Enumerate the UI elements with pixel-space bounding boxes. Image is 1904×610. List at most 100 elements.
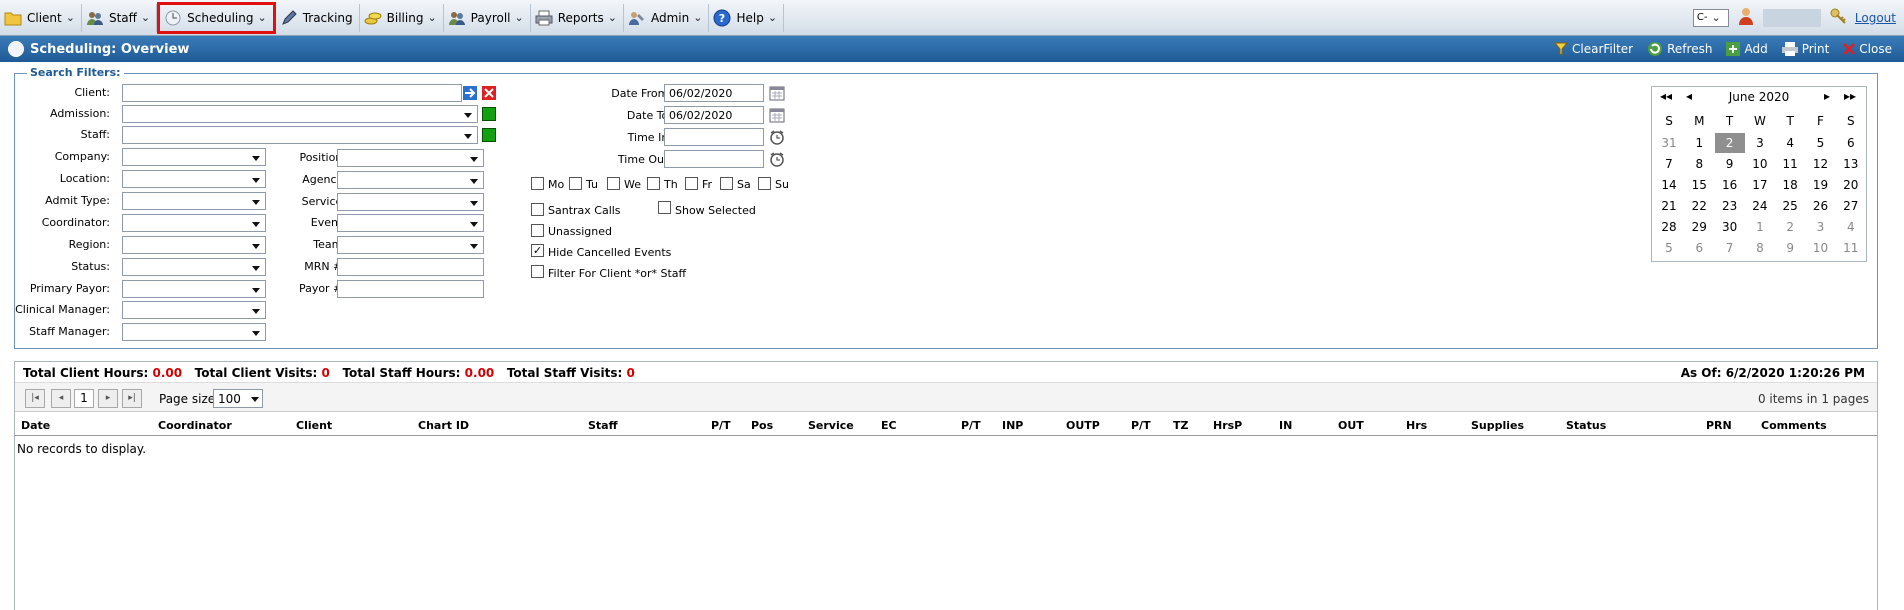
calendar-day[interactable]: 8	[1745, 238, 1775, 258]
pager-first-button[interactable]: |◂	[25, 389, 45, 408]
menu-scheduling[interactable]: Scheduling ⌄	[157, 1, 276, 34]
col-chart-id[interactable]: Chart ID	[418, 419, 469, 432]
staff-manager-dropdown[interactable]	[122, 323, 266, 341]
calendar-day[interactable]: 28	[1654, 217, 1684, 237]
calendar-day[interactable]: 3	[1806, 217, 1836, 237]
menu-reports[interactable]: Reports ⌄	[531, 3, 624, 32]
calendar-day[interactable]: 30	[1715, 217, 1745, 237]
team-dropdown[interactable]	[337, 236, 484, 254]
calendar-day[interactable]: 10	[1806, 238, 1836, 258]
mrn-input[interactable]	[337, 258, 484, 276]
green-square-icon[interactable]	[482, 128, 496, 142]
payor-input[interactable]	[337, 280, 484, 298]
calendar-day[interactable]: 2	[1714, 133, 1745, 153]
date-from-input[interactable]: 06/02/2020	[664, 84, 764, 102]
calendar-day[interactable]: 31	[1654, 133, 1684, 153]
calendar-day[interactable]: 8	[1684, 154, 1714, 174]
calendar-day[interactable]: 23	[1715, 196, 1745, 216]
col-comments[interactable]: Comments	[1761, 419, 1827, 432]
day-checkbox-th[interactable]	[647, 177, 660, 190]
col-hrsp[interactable]: HrsP	[1213, 419, 1242, 432]
staff-dropdown[interactable]	[122, 126, 478, 144]
col-client[interactable]: Client	[296, 419, 332, 432]
calendar-day[interactable]: 5	[1654, 238, 1684, 258]
event-dropdown[interactable]	[337, 214, 484, 232]
calendar-next-month-button[interactable]: ▸	[1824, 89, 1830, 103]
calendar-day[interactable]: 9	[1715, 154, 1745, 174]
service-dropdown[interactable]	[337, 193, 484, 211]
menu-help[interactable]: ? Help ⌄	[709, 3, 785, 32]
col-status[interactable]: Status	[1566, 419, 1606, 432]
calendar-day[interactable]: 11	[1775, 154, 1805, 174]
coordinator-dropdown[interactable]	[122, 214, 266, 232]
calendar-day[interactable]: 6	[1684, 238, 1714, 258]
position-dropdown[interactable]	[337, 149, 484, 167]
location-dropdown[interactable]	[122, 170, 266, 188]
calendar-day[interactable]: 22	[1684, 196, 1714, 216]
col-service[interactable]: Service	[808, 419, 854, 432]
clearfilter-button[interactable]: ClearFilter	[1554, 41, 1633, 57]
day-checkbox-fr[interactable]	[685, 177, 698, 190]
col-supplies[interactable]: Supplies	[1471, 419, 1524, 432]
clear-x-icon[interactable]	[482, 86, 496, 100]
col-pos[interactable]: Pos	[751, 419, 773, 432]
calendar-day[interactable]: 16	[1715, 175, 1745, 195]
pager-prev-button[interactable]: ◂	[51, 389, 71, 408]
menu-billing[interactable]: Billing ⌄	[360, 3, 444, 32]
day-checkbox-we[interactable]	[607, 177, 620, 190]
calendar-day[interactable]: 24	[1745, 196, 1775, 216]
primary-payor-dropdown[interactable]	[122, 280, 266, 298]
calendar-day[interactable]: 13	[1836, 154, 1866, 174]
calendar-day[interactable]: 4	[1775, 133, 1805, 153]
print-button[interactable]: Print	[1781, 41, 1829, 57]
calendar-day[interactable]: 1	[1684, 133, 1714, 153]
day-checkbox-mo[interactable]	[531, 177, 544, 190]
menu-payroll[interactable]: Payroll ⌄	[444, 3, 531, 32]
col-staff[interactable]: Staff	[588, 419, 618, 432]
client-input[interactable]	[122, 84, 462, 102]
calendar-day[interactable]: 1	[1745, 217, 1775, 237]
page-size-select[interactable]: 100	[213, 389, 263, 408]
col-outp[interactable]: OUTP	[1066, 419, 1100, 432]
admission-dropdown[interactable]	[122, 105, 478, 123]
agency-dropdown[interactable]	[337, 171, 484, 189]
menu-tracking[interactable]: Tracking	[276, 3, 360, 32]
pager-next-button[interactable]: ▸	[98, 389, 118, 408]
time-out-input[interactable]	[664, 150, 764, 168]
calendar-day[interactable]: 3	[1745, 133, 1775, 153]
alarm-clock-icon[interactable]	[769, 151, 785, 167]
clinical-manager-dropdown[interactable]	[122, 301, 266, 319]
calendar-day[interactable]: 21	[1654, 196, 1684, 216]
add-button[interactable]: Add	[1726, 41, 1768, 57]
calendar-day[interactable]: 27	[1836, 196, 1866, 216]
col-inp[interactable]: INP	[1002, 419, 1023, 432]
menu-staff[interactable]: Staff ⌄	[82, 3, 158, 32]
col-out[interactable]: OUT	[1338, 419, 1364, 432]
calendar-day[interactable]: 26	[1806, 196, 1836, 216]
day-checkbox-tu[interactable]	[569, 177, 582, 190]
calendar-day[interactable]: 11	[1836, 238, 1866, 258]
show-selected-checkbox[interactable]	[658, 201, 671, 214]
go-arrow-icon[interactable]	[463, 86, 477, 100]
calendar-day[interactable]: 4	[1836, 217, 1866, 237]
santrax-calls-checkbox[interactable]	[531, 203, 544, 216]
calendar-day[interactable]: 2	[1775, 217, 1805, 237]
col-ec[interactable]: EC	[881, 419, 897, 432]
col-coordinator[interactable]: Coordinator	[158, 419, 232, 432]
calendar-day[interactable]: 18	[1775, 175, 1805, 195]
day-checkbox-sa[interactable]	[720, 177, 733, 190]
col-pt-1[interactable]: P/T	[711, 419, 731, 432]
company-dropdown[interactable]	[122, 148, 266, 166]
logout-link[interactable]: Logout	[1855, 11, 1896, 25]
calendar-day[interactable]: 12	[1806, 154, 1836, 174]
calendar-day[interactable]: 5	[1806, 133, 1836, 153]
calendar-day[interactable]: 29	[1684, 217, 1714, 237]
filter-client-or-staff-checkbox[interactable]	[531, 265, 544, 278]
admit-type-dropdown[interactable]	[122, 192, 266, 210]
calendar-day[interactable]: 19	[1806, 175, 1836, 195]
pager-last-button[interactable]: ▸|	[122, 389, 142, 408]
menu-admin[interactable]: Admin ⌄	[624, 3, 710, 32]
calendar-icon[interactable]	[769, 107, 785, 123]
col-prn[interactable]: PRN	[1706, 419, 1732, 432]
calendar-icon[interactable]	[769, 85, 785, 101]
